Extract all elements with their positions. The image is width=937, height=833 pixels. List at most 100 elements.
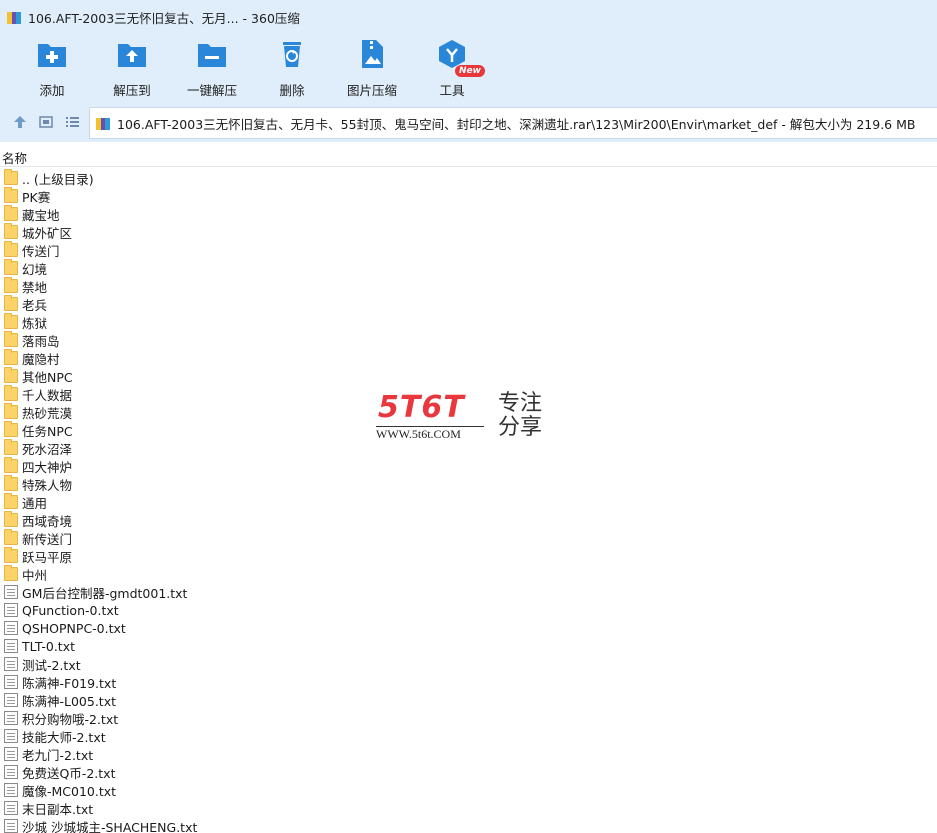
file-row[interactable]: 陈满神-F019.txt bbox=[0, 673, 937, 691]
one-click-extract-button[interactable]: 一键解压 bbox=[174, 38, 250, 99]
watermark-logo: 5T6T bbox=[378, 390, 465, 425]
file-row[interactable]: 测试-2.txt bbox=[0, 655, 937, 673]
folder-icon bbox=[4, 331, 18, 347]
folder-row[interactable]: 西域奇境 bbox=[0, 511, 937, 529]
watermark: 5T6T WWW.5t6t.COM 专注分享 bbox=[372, 388, 552, 448]
folder-icon bbox=[4, 205, 18, 221]
file-name: 沙城 沙城城主-SHACHENG.txt bbox=[22, 819, 198, 833]
folder-icon bbox=[4, 439, 18, 455]
folder-row[interactable]: 城外矿区 bbox=[0, 223, 937, 241]
folder-row[interactable]: 跃马平原 bbox=[0, 547, 937, 565]
file-row[interactable]: 末日副本.txt bbox=[0, 799, 937, 817]
folder-row[interactable]: 老兵 bbox=[0, 295, 937, 313]
toolbar: 添加 解压到 一键解压 删除 图片压缩 工具 New bbox=[0, 34, 937, 102]
file-name: 千人数据 bbox=[22, 387, 73, 403]
file-name: 测试-2.txt bbox=[22, 657, 81, 673]
folder-row[interactable]: 四大神炉 bbox=[0, 457, 937, 475]
folder-row[interactable]: 特殊人物 bbox=[0, 475, 937, 493]
file-row[interactable]: 沙城 沙城城主-SHACHENG.txt bbox=[0, 817, 937, 833]
folder-icon bbox=[4, 475, 18, 491]
folder-icon bbox=[4, 313, 18, 329]
delete-icon bbox=[276, 38, 308, 70]
folder-icon bbox=[4, 277, 18, 293]
file-row[interactable]: 技能大师-2.txt bbox=[0, 727, 937, 745]
folder-icon bbox=[4, 259, 18, 275]
file-row[interactable]: TLT-0.txt bbox=[0, 637, 937, 655]
delete-button[interactable]: 删除 bbox=[254, 38, 330, 99]
file-row[interactable]: 免费送Q币-2.txt bbox=[0, 763, 937, 781]
folder-icon bbox=[4, 511, 18, 527]
folder-row[interactable]: 新传送门 bbox=[0, 529, 937, 547]
add-button[interactable]: 添加 bbox=[14, 38, 90, 99]
file-name: 魔像-MC010.txt bbox=[22, 783, 117, 799]
file-name: 热砂荒漠 bbox=[22, 405, 73, 421]
address-bar: 106.AFT-2003三无怀旧复古、无月卡、55封顶、鬼马空间、封印之地、深渊… bbox=[0, 102, 937, 142]
file-name: 落雨岛 bbox=[22, 333, 60, 349]
file-name: 新传送门 bbox=[22, 531, 73, 547]
text-file-icon bbox=[4, 657, 18, 671]
text-file-icon bbox=[4, 603, 18, 617]
file-name: 末日副本.txt bbox=[22, 801, 94, 817]
folder-row[interactable]: 禁地 bbox=[0, 277, 937, 295]
text-file-icon bbox=[4, 801, 18, 815]
file-name: 任务NPC bbox=[22, 423, 73, 439]
folder-icon bbox=[4, 529, 18, 545]
folder-icon bbox=[4, 349, 18, 365]
text-file-icon bbox=[4, 639, 18, 653]
text-file-icon bbox=[4, 747, 18, 761]
folder-row[interactable]: 中州 bbox=[0, 565, 937, 583]
file-row[interactable]: 陈满神-L005.txt bbox=[0, 691, 937, 709]
file-name: 特殊人物 bbox=[22, 477, 73, 493]
watermark-slogan: 专注分享 bbox=[498, 391, 543, 440]
one-click-extract-icon bbox=[196, 38, 228, 70]
folder-icon bbox=[4, 457, 18, 473]
folder-icon bbox=[4, 385, 18, 401]
folder-row[interactable]: 落雨岛 bbox=[0, 331, 937, 349]
file-row[interactable]: QFunction-0.txt bbox=[0, 601, 937, 619]
up-arrow-icon[interactable] bbox=[12, 114, 28, 130]
title-bar: 106.AFT-2003三无怀旧复古、无月... - 360压缩 bbox=[0, 0, 937, 34]
file-name: QFunction-0.txt bbox=[22, 602, 119, 618]
image-compress-button[interactable]: 图片压缩 bbox=[334, 38, 410, 99]
file-row[interactable]: GM后台控制器-gmdt001.txt bbox=[0, 583, 937, 601]
extract-to-icon bbox=[116, 38, 148, 70]
file-name: 城外矿区 bbox=[22, 225, 73, 241]
file-name: PK赛 bbox=[22, 189, 51, 205]
folder-row[interactable]: 藏宝地 bbox=[0, 205, 937, 223]
file-name: QSHOPNPC-0.txt bbox=[22, 620, 126, 636]
file-name: 老兵 bbox=[22, 297, 48, 313]
list-view-icon[interactable] bbox=[64, 114, 80, 130]
column-header: 名称 bbox=[0, 145, 937, 167]
folder-row[interactable]: 炼狱 bbox=[0, 313, 937, 331]
folder-row[interactable]: 通用 bbox=[0, 493, 937, 511]
file-row[interactable]: 积分购物哦-2.txt bbox=[0, 709, 937, 727]
folder-icon bbox=[4, 565, 18, 581]
file-row[interactable]: 魔像-MC010.txt bbox=[0, 781, 937, 799]
file-name: 传送门 bbox=[22, 243, 60, 259]
folder-icon bbox=[4, 169, 18, 185]
file-row[interactable]: 老九门-2.txt bbox=[0, 745, 937, 763]
folder-icon bbox=[4, 421, 18, 437]
file-name: 西域奇境 bbox=[22, 513, 73, 529]
folder-icon bbox=[4, 493, 18, 509]
folder-row[interactable]: PK赛 bbox=[0, 187, 937, 205]
file-row[interactable]: QSHOPNPC-0.txt bbox=[0, 619, 937, 637]
path-field[interactable]: 106.AFT-2003三无怀旧复古、无月卡、55封顶、鬼马空间、封印之地、深渊… bbox=[89, 107, 937, 139]
folder-row[interactable]: .. (上级目录) bbox=[0, 169, 937, 187]
folder-row[interactable]: 魔隐村 bbox=[0, 349, 937, 367]
file-name: 其他NPC bbox=[22, 369, 73, 385]
file-name: 魔隐村 bbox=[22, 351, 60, 367]
delete-label: 删除 bbox=[279, 83, 305, 98]
text-file-icon bbox=[4, 711, 18, 725]
folder-icon bbox=[4, 223, 18, 239]
folder-row[interactable]: 传送门 bbox=[0, 241, 937, 259]
file-name: 死水沼泽 bbox=[22, 441, 73, 457]
thumbnail-view-icon[interactable] bbox=[38, 114, 54, 130]
folder-row[interactable]: 幻境 bbox=[0, 259, 937, 277]
extract-to-button[interactable]: 解压到 bbox=[94, 38, 170, 99]
file-name: 通用 bbox=[22, 495, 48, 511]
folder-row[interactable]: 其他NPC bbox=[0, 367, 937, 385]
folder-icon bbox=[4, 187, 18, 203]
add-icon bbox=[36, 38, 68, 70]
column-name-header[interactable]: 名称 bbox=[2, 148, 27, 167]
